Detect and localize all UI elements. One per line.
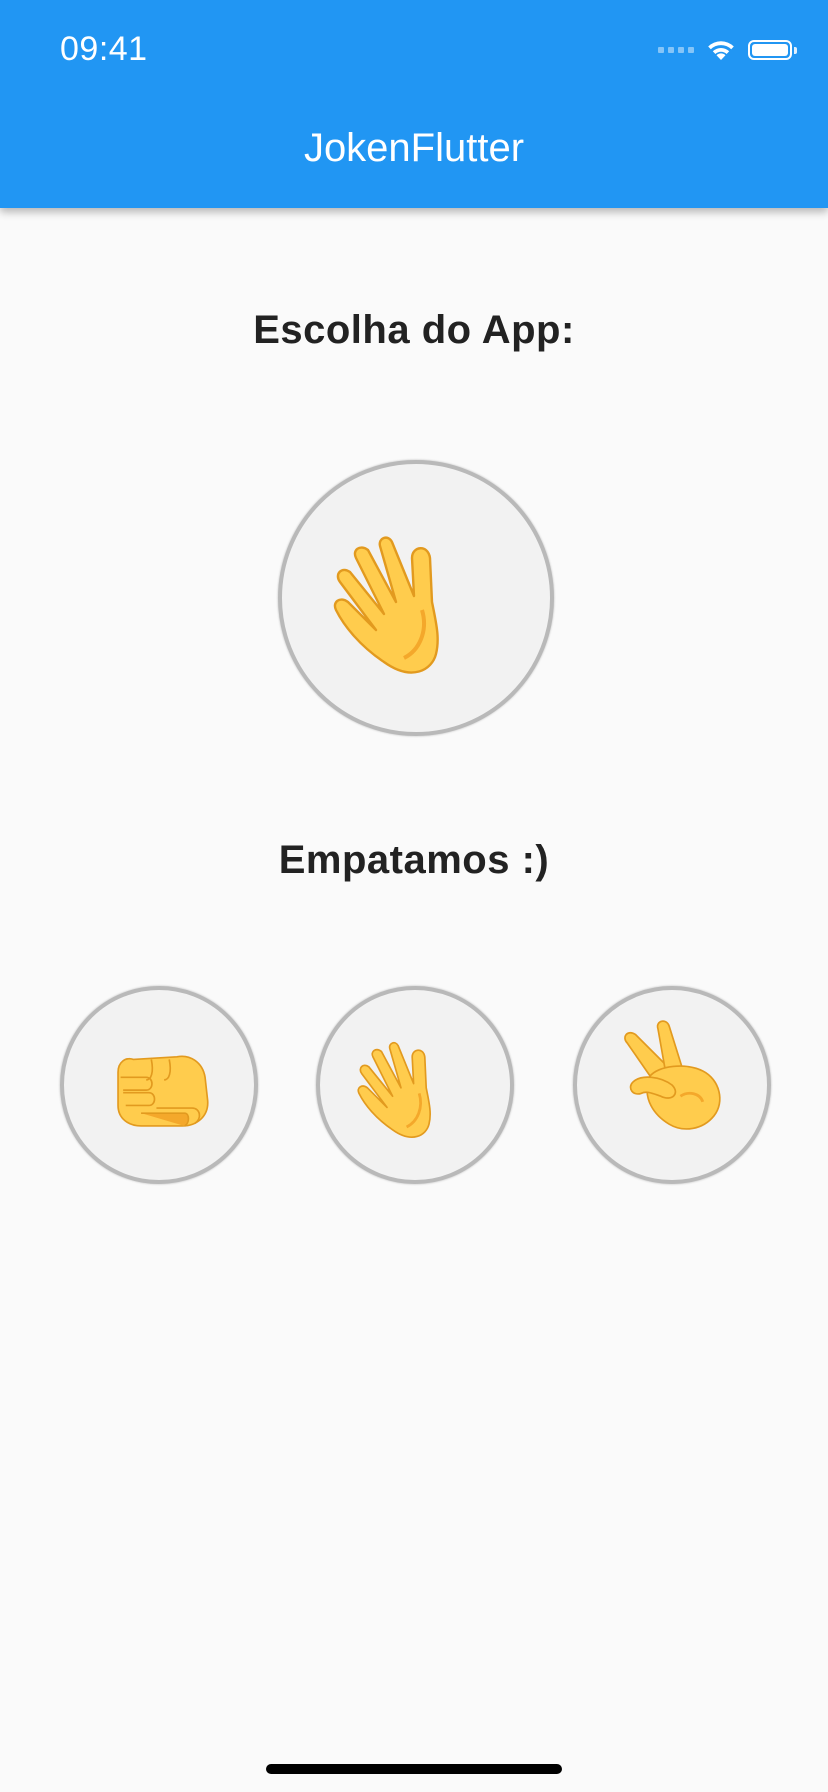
home-indicator (266, 1764, 562, 1774)
waving-hand-icon (357, 1041, 431, 1138)
battery-icon (748, 40, 797, 60)
app-choice-label: Escolha do App: (253, 308, 575, 352)
rock-button[interactable] (60, 986, 258, 1184)
victory-hand-icon (624, 1020, 721, 1130)
app-title: JokenFlutter (303, 126, 525, 170)
wifi-icon (708, 41, 734, 60)
status-time: 09:41 (60, 30, 148, 68)
scissors-button[interactable] (573, 986, 771, 1184)
waving-hand-icon (333, 536, 439, 674)
app-bar: 09:41 JokenFlutter (0, 0, 828, 208)
app-screen: 09:41 JokenFlutter Escolha do App: Empat… (0, 0, 828, 1792)
fist-icon (117, 1055, 209, 1127)
result-text: Empatamos :) (278, 838, 550, 882)
cellular-signal-icon (658, 47, 694, 53)
status-icons (658, 36, 797, 64)
app-choice-image (278, 460, 554, 736)
paper-button[interactable] (316, 986, 514, 1184)
